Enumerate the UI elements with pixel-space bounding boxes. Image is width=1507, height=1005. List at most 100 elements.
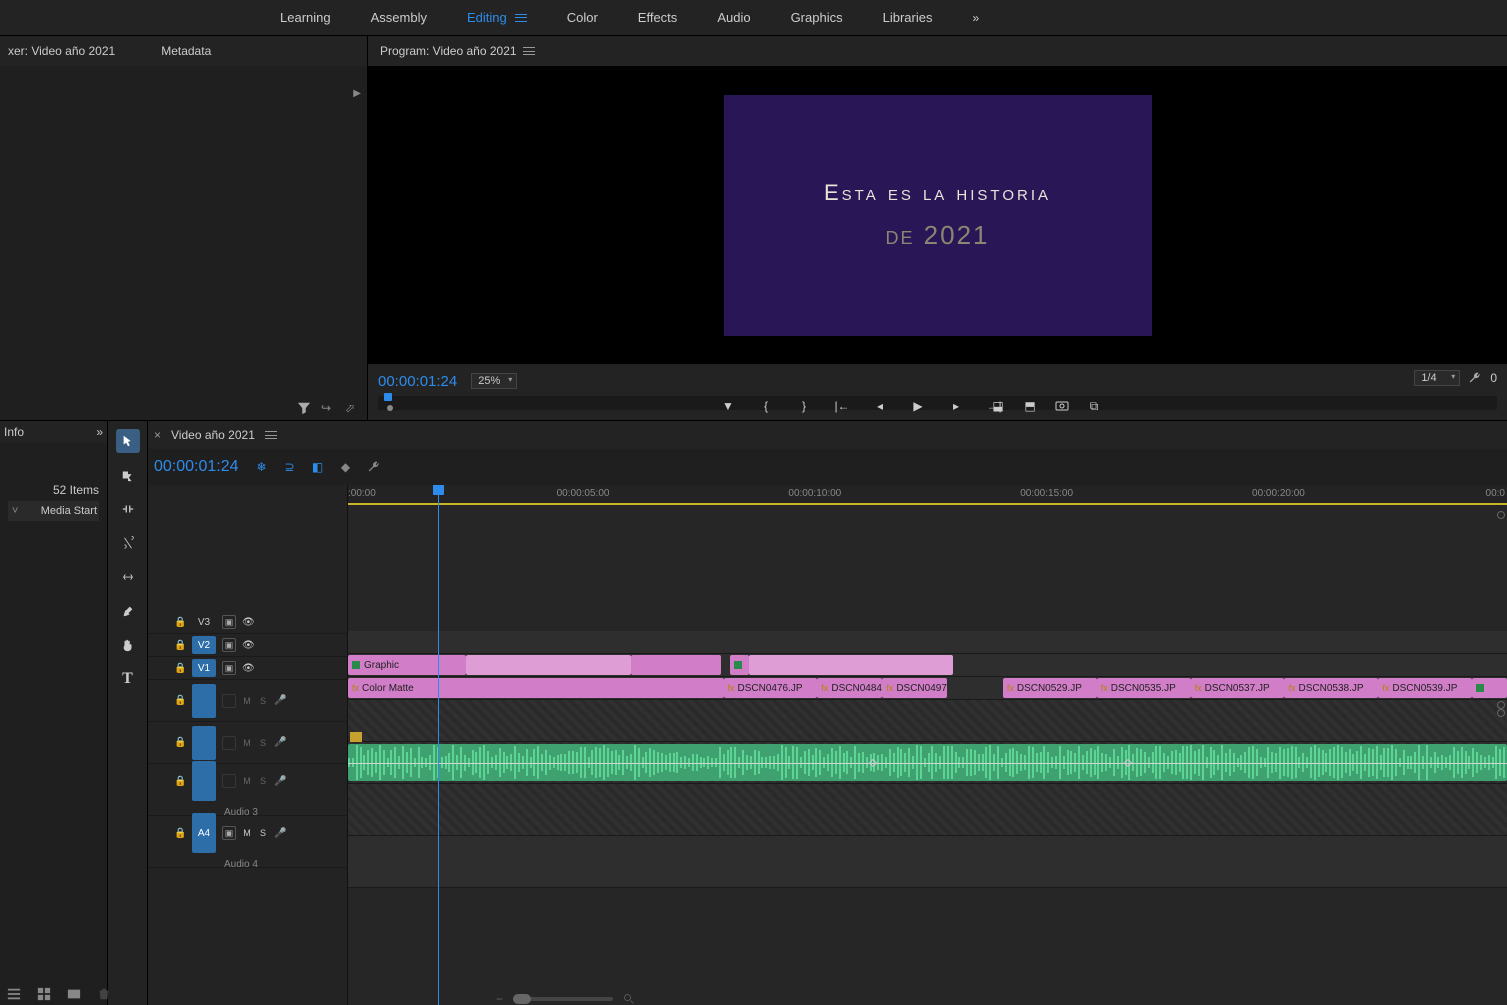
playhead[interactable] — [438, 485, 439, 1005]
playback-quality-select[interactable]: 1/4 — [1414, 370, 1460, 386]
export-icon[interactable]: ⬀ — [345, 401, 359, 415]
workspace-effects[interactable]: Effects — [638, 10, 678, 25]
metadata-tab[interactable]: Metadata — [153, 44, 219, 58]
add-marker-button[interactable]: ▼ — [720, 398, 736, 414]
zoom-slider[interactable] — [513, 997, 613, 1001]
hand-tool[interactable] — [116, 633, 140, 657]
ripple-edit-tool[interactable] — [116, 497, 140, 521]
source-patch-toggle[interactable]: ▣ — [222, 615, 236, 629]
add-marker-icon[interactable]: ◧ — [311, 460, 325, 474]
source-patch-toggle[interactable] — [222, 694, 236, 708]
video-clip[interactable]: Graphic — [348, 655, 466, 675]
track-header-a2[interactable]: 🔒 M S 🎤 — [148, 722, 347, 764]
playhead-handle-icon[interactable] — [433, 485, 444, 495]
timeline-zoom-bar[interactable]: − — [496, 993, 1507, 1005]
zoom-level-select[interactable]: 25% — [471, 373, 517, 389]
track-label[interactable] — [192, 726, 216, 760]
work-area-bar[interactable] — [348, 503, 1507, 505]
mark-in-button[interactable]: { — [758, 398, 774, 414]
trash-icon[interactable] — [96, 987, 112, 1001]
linked-selection-icon[interactable]: ⊇ — [283, 460, 297, 474]
icon-view-icon[interactable] — [36, 987, 52, 1001]
video-clip[interactable] — [631, 655, 721, 675]
source-patch-toggle[interactable]: ▣ — [222, 661, 236, 675]
solo-button[interactable]: S — [258, 828, 268, 838]
video-clip[interactable]: fxDSCN0538.JP — [1284, 678, 1378, 698]
razor-tool[interactable] — [116, 531, 140, 555]
scroll-indicator-icon[interactable] — [1497, 709, 1505, 717]
lock-icon[interactable]: 🔒 — [174, 776, 186, 787]
video-clip[interactable] — [1472, 678, 1507, 698]
workspace-assembly[interactable]: Assembly — [371, 10, 427, 25]
video-clip[interactable]: fxDSCN0535.JP — [1097, 678, 1191, 698]
time-ruler[interactable]: :00:00 00:00:05:00 00:00:10:00 00:00:15:… — [348, 485, 1507, 505]
filter-icon[interactable] — [297, 401, 311, 415]
track-a4[interactable] — [348, 836, 1507, 888]
slip-tool[interactable] — [116, 565, 140, 589]
audio-clip[interactable] — [348, 744, 1507, 781]
video-clip[interactable]: fxDSCN0497.JP — [882, 678, 947, 698]
zoom-magnifier-icon[interactable] — [623, 993, 635, 1005]
track-select-tool[interactable] — [116, 463, 140, 487]
track-a1[interactable] — [348, 700, 1507, 742]
marker-icon[interactable]: ◆ — [339, 460, 353, 474]
track-header-a4[interactable]: 🔒 A4 ▣ M S 🎤 Audio 4 — [148, 816, 347, 868]
mute-button[interactable]: M — [242, 696, 252, 706]
video-clip[interactable] — [466, 655, 631, 675]
type-tool[interactable]: T — [116, 667, 140, 691]
timeline-timecode[interactable]: 00:00:01:24 — [154, 458, 239, 476]
scroll-indicator-icon[interactable] — [1497, 701, 1505, 709]
track-a3[interactable] — [348, 784, 1507, 836]
timeline-settings-icon[interactable] — [367, 460, 381, 474]
lock-icon[interactable]: 🔒 — [174, 617, 186, 628]
voice-record-icon[interactable]: 🎤 — [274, 828, 286, 839]
volume-line[interactable] — [348, 763, 1507, 764]
lock-icon[interactable]: 🔒 — [174, 663, 186, 674]
track-header-v2[interactable]: 🔒 V2 ▣ 👁 — [148, 634, 347, 657]
eye-icon[interactable]: 👁 — [242, 663, 255, 674]
video-clip[interactable]: fxDSCN0484.JP — [817, 678, 882, 698]
solo-button[interactable]: S — [258, 696, 268, 706]
snap-icon[interactable]: ❄ — [255, 460, 269, 474]
program-viewer[interactable]: Esta es la historia de 2021 — [368, 66, 1507, 364]
zoom-out-icon[interactable]: − — [496, 992, 503, 1005]
workspace-libraries[interactable]: Libraries — [883, 10, 933, 25]
mark-out-button[interactable]: } — [796, 398, 812, 414]
export-frame-icon[interactable] — [1054, 398, 1070, 414]
lock-icon[interactable]: 🔒 — [174, 737, 186, 748]
video-clip[interactable]: fxDSCN0529.JP — [1003, 678, 1097, 698]
track-v2[interactable]: Graphic — [348, 654, 1507, 677]
mute-button[interactable]: M — [242, 738, 252, 748]
source-patch-toggle[interactable]: ▣ — [222, 826, 236, 840]
expand-icon[interactable]: ▶ — [353, 88, 361, 99]
sequence-name[interactable]: Video año 2021 — [171, 428, 255, 442]
video-clip[interactable] — [730, 655, 749, 675]
eye-icon[interactable]: 👁 — [242, 640, 255, 651]
lock-icon[interactable]: 🔒 — [174, 640, 186, 651]
pen-tool[interactable] — [116, 599, 140, 623]
info-tab[interactable]: Info — [4, 425, 24, 439]
voice-record-icon[interactable]: 🎤 — [274, 776, 286, 787]
track-header-v1[interactable]: 🔒 V1 ▣ 👁 — [148, 657, 347, 680]
track-label[interactable]: V3 — [192, 613, 216, 631]
step-forward-button[interactable]: ▸ — [948, 398, 964, 414]
source-patch-toggle[interactable]: ▣ — [222, 638, 236, 652]
timeline-menu-icon[interactable] — [265, 431, 277, 439]
workspace-editing[interactable]: Editing — [467, 10, 527, 25]
play-button[interactable]: ▶ — [910, 398, 926, 414]
program-timecode[interactable]: 00:00:01:24 — [378, 373, 457, 390]
voice-record-icon[interactable]: 🎤 — [274, 737, 286, 748]
source-patch-toggle[interactable] — [222, 774, 236, 788]
mute-button[interactable]: M — [242, 776, 252, 786]
video-clip[interactable] — [749, 655, 953, 675]
workspace-audio[interactable]: Audio — [717, 10, 750, 25]
freeform-view-icon[interactable] — [66, 987, 82, 1001]
eye-icon[interactable]: 👁 — [242, 617, 255, 628]
mixer-tab[interactable]: xer: Video año 2021 — [0, 44, 123, 58]
video-clip[interactable]: fxColor Matte — [348, 678, 724, 698]
list-view-icon[interactable] — [6, 987, 22, 1001]
scrub-playhead-icon[interactable] — [384, 393, 392, 401]
track-header-a1[interactable]: 🔒 M S 🎤 — [148, 680, 347, 722]
track-label[interactable]: V2 — [192, 636, 216, 654]
track-header-v3[interactable]: 🔒 V3 ▣ 👁 — [148, 611, 347, 634]
